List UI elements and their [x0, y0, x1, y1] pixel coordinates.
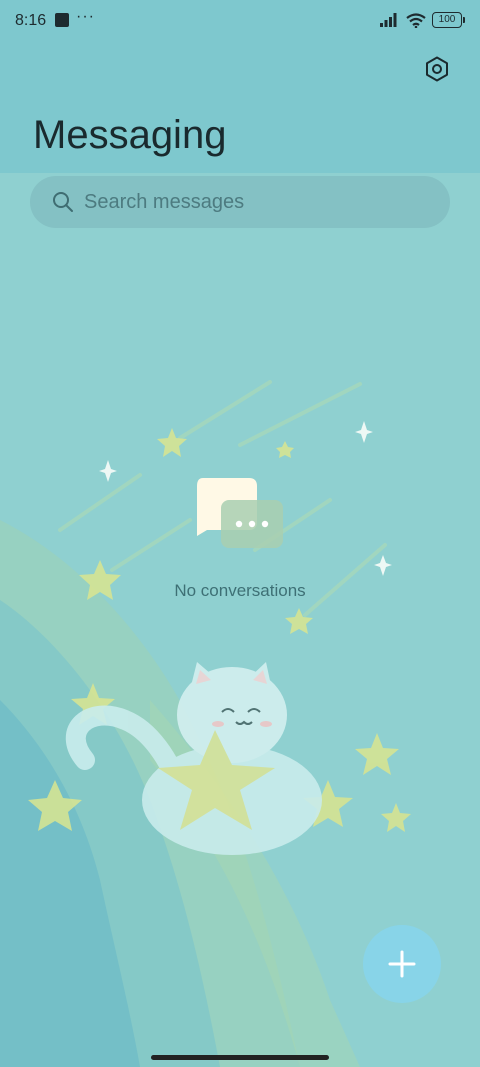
- home-indicator[interactable]: [151, 1055, 329, 1060]
- new-conversation-button[interactable]: [363, 925, 441, 1003]
- notification-app-icon: [55, 13, 69, 27]
- signal-icon: [380, 13, 397, 27]
- status-time: 8:16: [15, 12, 47, 29]
- wifi-icon: [406, 12, 426, 28]
- settings-icon: [426, 56, 448, 82]
- search-input[interactable]: [84, 176, 434, 228]
- status-bar: 8:16 ··· 100: [0, 0, 480, 44]
- empty-state-text: No conversations: [174, 581, 306, 600]
- search-icon: [53, 192, 73, 212]
- search-bar[interactable]: [30, 176, 450, 228]
- more-notifications-icon: ···: [76, 8, 95, 25]
- status-icons: 100: [380, 12, 465, 28]
- settings-button[interactable]: [422, 54, 452, 84]
- plus-icon: [388, 950, 416, 978]
- page-title: Messaging: [33, 113, 227, 157]
- battery-icon: 100: [432, 12, 465, 28]
- chat-bubbles-icon: [197, 478, 283, 548]
